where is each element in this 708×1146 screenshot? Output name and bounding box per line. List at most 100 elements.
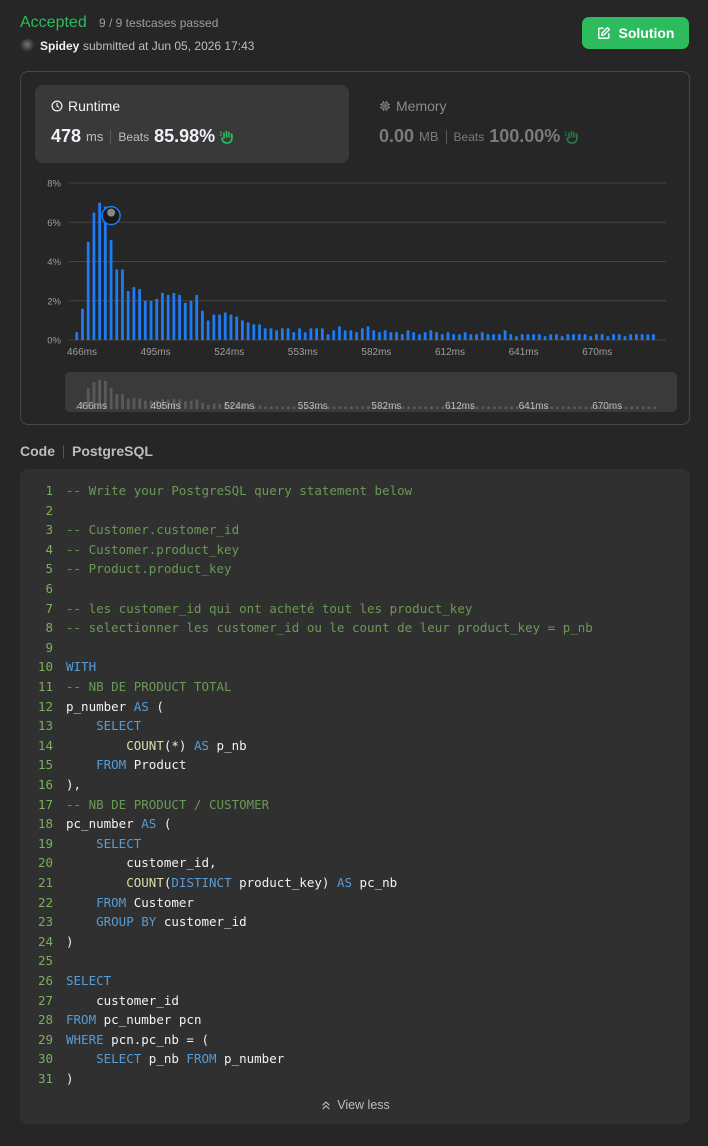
navigator-bar [492, 406, 496, 409]
code-line[interactable]: 16), [20, 775, 81, 795]
navigator-bar [555, 406, 559, 409]
code-line[interactable]: 4 -- Customer.product_key [20, 540, 239, 560]
code-line[interactable]: 22 FROM Customer [20, 893, 194, 913]
code-line[interactable]: 19 SELECT [20, 834, 141, 854]
code-line[interactable]: 3 -- Customer.customer_id [20, 520, 239, 540]
bar [383, 330, 387, 340]
code-line[interactable]: 20 customer_id, [20, 853, 217, 873]
line-content: GROUP BY customer_id [53, 912, 247, 932]
code-token: -- Customer.product_key [66, 541, 240, 557]
bar [298, 328, 301, 340]
bar [509, 334, 513, 340]
navigator-bar [635, 406, 639, 409]
navigator-bar [573, 406, 576, 409]
line-number: 29 [37, 1031, 53, 1047]
code-line[interactable]: 6 [20, 579, 66, 599]
code-line[interactable]: 15 FROM Product [20, 755, 187, 775]
code-line[interactable]: 25 [20, 951, 66, 971]
navigator-tick-label: 495ms [151, 401, 181, 412]
code-line[interactable]: 24) [20, 932, 74, 952]
bar [149, 300, 153, 340]
line-content: SELECT [53, 716, 141, 736]
code-line[interactable]: 21 COUNT(DISTINCT product_key) AS pc_nb [20, 873, 397, 893]
bar [132, 287, 136, 340]
code-token: Product [126, 757, 187, 773]
code-token: SELECT [96, 1051, 142, 1067]
line-number: 27 [37, 992, 53, 1008]
view-less-label: View less [337, 1098, 390, 1112]
line-content [53, 638, 66, 658]
code-line[interactable]: 14 COUNT(*) AS p_nb [20, 736, 247, 756]
navigator-bar [287, 406, 290, 409]
submitted-time: submitted at Jun 05, 2026 17:43 [83, 39, 255, 53]
x-tick-label: 524ms [214, 347, 244, 358]
bar [183, 302, 187, 340]
solution-button[interactable]: Solution [582, 17, 689, 49]
navigator-bar [367, 406, 370, 409]
username[interactable]: Spidey [40, 39, 79, 53]
code-line[interactable]: 8 -- selectionner les customer_id ou le c… [20, 618, 592, 638]
avatar[interactable] [20, 39, 36, 53]
bar [537, 334, 541, 340]
bar [532, 334, 536, 340]
line-number: 20 [37, 855, 53, 871]
code-line[interactable]: 1 -- Write your PostgreSQL query statemen… [20, 481, 412, 501]
bar [229, 314, 233, 340]
code-token: -- Product.product_key [66, 561, 232, 577]
navigator-bar [184, 401, 187, 409]
code-line[interactable]: 7 -- les customer_id qui ont acheté tout … [20, 599, 472, 619]
navigator-bar [481, 406, 485, 409]
runtime-distribution-chart[interactable]: 8% 6% 4% 2% 0% 466ms 495ms 524ms 553ms 582ms 612ms… [21, 72, 691, 426]
line-number: 24 [37, 933, 53, 949]
bar [138, 288, 142, 340]
bar [338, 326, 341, 340]
bar [292, 332, 296, 340]
edit-icon [597, 26, 610, 39]
code-line[interactable]: 12 p_number AS ( [20, 697, 164, 717]
code-line[interactable]: 2 [20, 501, 66, 521]
code-line[interactable]: 27 customer_id [20, 991, 179, 1011]
code-editor[interactable]: View less 1 -- Write your PostgreSQL quer… [20, 469, 690, 1124]
code-line[interactable]: 17 -- NB DE PRODUCT / CUSTOMER [20, 795, 269, 815]
bar [269, 328, 273, 340]
performance-panel: Runtime 478 ms Beats 85.98% Memory 0.00 … [20, 71, 690, 425]
bar [435, 332, 438, 340]
code-token: AS [193, 737, 210, 753]
code-line[interactable]: 9 [20, 638, 66, 658]
code-line[interactable]: 26 SELECT [20, 971, 111, 991]
code-line[interactable]: 23 GROUP BY customer_id [20, 912, 247, 932]
code-line[interactable]: 28 FROM pc_number pcn [20, 1010, 202, 1030]
code-line[interactable]: 31) [20, 1069, 74, 1089]
bar [252, 324, 256, 340]
code-line[interactable]: 18 pc_number AS ( [20, 814, 171, 834]
navigator-bar [641, 406, 645, 409]
code-line[interactable]: 13 SELECT [20, 716, 141, 736]
code-token: FROM [96, 757, 127, 773]
submission-avatar [107, 208, 116, 217]
bar [235, 316, 239, 340]
view-less-button[interactable]: View less [20, 1098, 690, 1112]
code-line[interactable]: 30 SELECT p_nb FROM p_number [20, 1049, 284, 1069]
code-line[interactable]: 29 WHERE pcn.pc_nb = ( [20, 1030, 209, 1050]
bar [549, 334, 553, 340]
code-token: -- les customer_id qui ont acheté tout l… [66, 600, 473, 616]
testcases-label: 9 / 9 testcases passed [99, 16, 219, 30]
line-content: customer_id, [53, 853, 216, 873]
bar [212, 314, 216, 340]
code-line[interactable]: 10 WITH [20, 657, 96, 677]
code-token: p_number [66, 698, 134, 714]
code-token: SELECT [96, 835, 142, 851]
navigator-bar [498, 406, 502, 409]
x-tick-label: 641ms [509, 347, 539, 358]
code-token: (*) [163, 737, 194, 753]
code-line[interactable]: 11 -- NB DE PRODUCT TOTAL [20, 677, 232, 697]
code-header: Code PostgreSQL [20, 443, 153, 459]
code-tab[interactable]: Code [20, 443, 55, 459]
line-number: 6 [45, 581, 53, 596]
code-line[interactable]: 5 -- Product.product_key [20, 559, 232, 579]
line-number: 3 [45, 522, 53, 538]
